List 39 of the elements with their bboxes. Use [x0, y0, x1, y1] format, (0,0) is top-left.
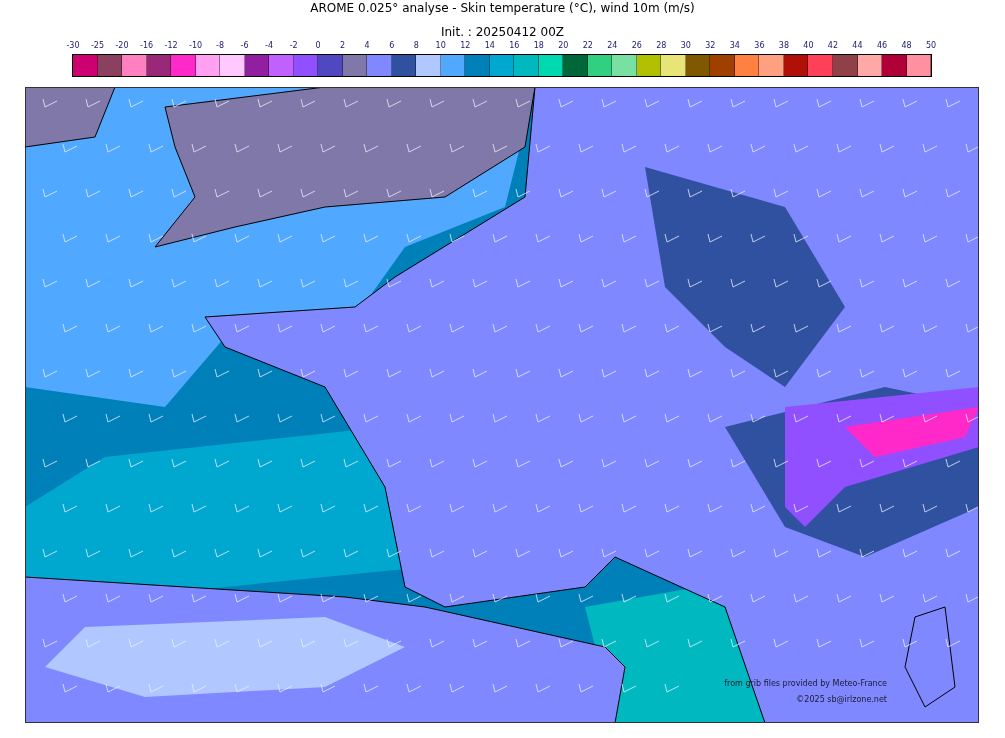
chart-title: AROME 0.025° analyse - Skin temperature (°C), wind 10m (m/s) — [310, 1, 695, 16]
colorbar-tick-label: 38 — [778, 41, 789, 51]
colorbar-tick-label: 44 — [852, 41, 863, 51]
colorbar-tick-label: 28 — [656, 41, 667, 51]
colorbar-tick-label: 22 — [582, 41, 593, 51]
colorbar-tick-label: -20 — [115, 41, 129, 51]
colorbar-tick-label: -12 — [164, 41, 178, 51]
colorbar-tick-label: 40 — [803, 41, 814, 51]
init-time: Init. : 20250412 00Z — [440, 25, 565, 40]
colorbar-tick-label: 26 — [631, 41, 642, 51]
colorbar-tick-label: 16 — [509, 41, 520, 51]
colorbar-tick-label: 12 — [460, 41, 471, 51]
colorbar-tick-label: -30 — [66, 41, 80, 51]
colorbar-tick-label: 10 — [435, 41, 446, 51]
colorbar-tick-label: 18 — [533, 41, 544, 51]
colorbar-tick-label: -25 — [90, 41, 105, 51]
colorbar-tick-label: 2 — [340, 41, 346, 51]
colorbar-tick-label: -2 — [289, 41, 298, 51]
colorbar-tick-label: -8 — [216, 41, 225, 51]
colorbar-tick-label: 0 — [315, 41, 321, 51]
colorbar-tick-label: 50 — [925, 41, 937, 51]
colorbar-tick-label: 6 — [389, 41, 395, 51]
colorbar-tick-label: 48 — [901, 41, 912, 51]
credit-text: ©2025 sb@irlzone.net — [796, 695, 887, 705]
colorbar-tick-label: 34 — [729, 41, 740, 51]
colorbar-tick-label: 32 — [705, 41, 716, 51]
colorbar-tick-label: -4 — [265, 41, 274, 51]
colorbar-tick-label: 20 — [558, 41, 569, 51]
colorbar-tick-label: 4 — [364, 41, 370, 51]
colorbar-tick-label: -16 — [140, 41, 154, 51]
colorbar-tick-label: 36 — [754, 41, 765, 51]
colorbar-tick-label: 24 — [607, 41, 618, 51]
colorbar-tick-label: 8 — [413, 41, 419, 51]
colorbar-tick-label: 46 — [876, 41, 888, 51]
colorbar-tick-label: -10 — [189, 41, 203, 51]
colorbar-tick-label: 14 — [484, 41, 495, 51]
colorbar-tick-label: 30 — [680, 41, 691, 51]
colorbar-tick-label: -6 — [240, 41, 249, 51]
colorbar-tick-label: 42 — [827, 41, 839, 51]
